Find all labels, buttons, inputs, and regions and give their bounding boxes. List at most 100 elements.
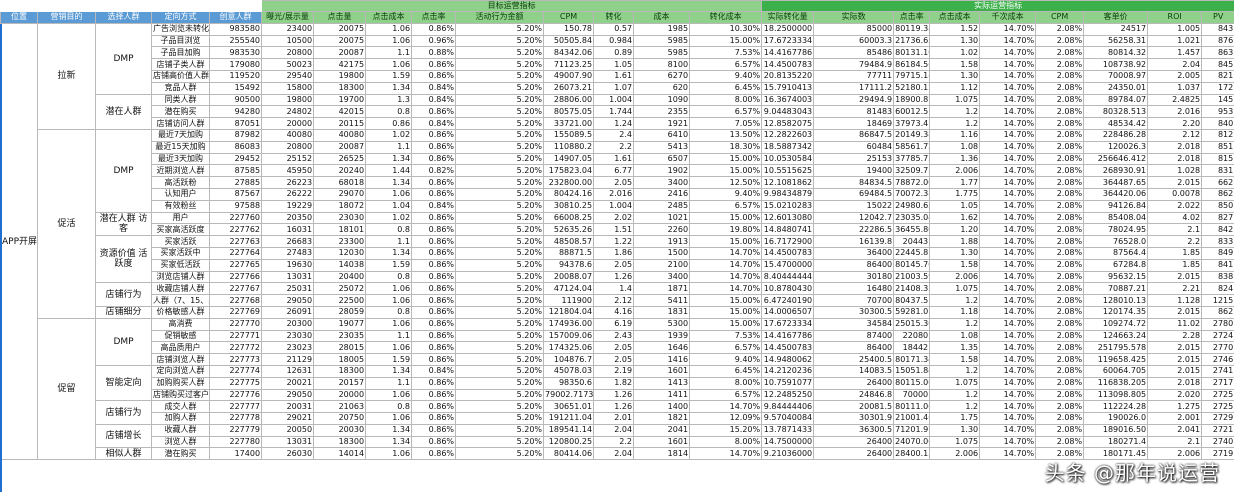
data-cell[interactable]: 14.70% bbox=[979, 400, 1037, 414]
data-cell[interactable]: 8100 bbox=[633, 58, 691, 71]
data-cell[interactable]: 2.08% bbox=[1035, 317, 1085, 331]
column-header[interactable]: ROI bbox=[1147, 11, 1203, 24]
column-header[interactable]: 位置 bbox=[0, 11, 38, 24]
data-cell[interactable]: 14.70% bbox=[979, 282, 1037, 296]
targeting-cell[interactable]: 加购购买人群 bbox=[151, 376, 210, 390]
data-cell[interactable]: 831 bbox=[1201, 164, 1234, 178]
data-cell[interactable]: 189541.14 bbox=[543, 423, 595, 437]
data-cell[interactable]: 1.1 bbox=[365, 376, 413, 390]
data-cell[interactable]: 45078.03 bbox=[543, 364, 595, 378]
data-cell[interactable]: 0.86% bbox=[411, 128, 457, 142]
data-cell[interactable]: 20240 bbox=[313, 164, 367, 178]
data-cell[interactable]: 8.00% bbox=[689, 376, 763, 390]
data-cell[interactable]: 1.06 bbox=[365, 58, 413, 71]
data-cell[interactable]: 0.86% bbox=[411, 58, 457, 71]
data-cell[interactable]: 24350.01 bbox=[1083, 81, 1149, 95]
data-cell[interactable]: 5.20% bbox=[455, 22, 545, 36]
data-cell[interactable]: 7.53% bbox=[689, 46, 763, 60]
data-cell[interactable]: 2.4 bbox=[593, 128, 635, 142]
targeting-cell[interactable]: 最近15天加购 bbox=[151, 140, 210, 154]
data-cell[interactable]: 14.70% bbox=[979, 376, 1037, 390]
data-cell[interactable]: 1601 bbox=[633, 364, 691, 378]
data-cell[interactable]: 2.018 bbox=[1147, 152, 1203, 166]
data-cell[interactable]: 1939 bbox=[633, 329, 691, 343]
data-cell[interactable]: 14038 bbox=[313, 258, 367, 272]
data-cell[interactable]: 5.20% bbox=[455, 46, 545, 60]
data-cell[interactable]: 48508.57 bbox=[543, 235, 595, 248]
data-cell[interactable]: 0.86% bbox=[411, 435, 457, 449]
data-cell[interactable]: 70072.38872 bbox=[893, 187, 931, 201]
goal-cell[interactable]: 拉新 bbox=[37, 22, 96, 130]
data-cell[interactable]: 5.20% bbox=[455, 317, 545, 331]
data-cell[interactable]: 80115.06 bbox=[893, 376, 931, 390]
data-cell[interactable]: 227773 bbox=[208, 353, 263, 366]
data-cell[interactable]: 66008.25 bbox=[543, 211, 595, 225]
data-cell[interactable]: 1.028 bbox=[1147, 164, 1203, 178]
data-cell[interactable]: 1.34 bbox=[365, 423, 413, 437]
data-cell[interactable]: 2.08% bbox=[1035, 294, 1085, 307]
data-cell[interactable]: 26091 bbox=[261, 305, 315, 319]
data-cell[interactable]: 5.20% bbox=[455, 423, 545, 437]
data-cell[interactable]: 9.21036000 bbox=[761, 447, 815, 461]
targeting-cell[interactable]: 店铺访问人群 bbox=[151, 117, 210, 130]
data-cell[interactable]: 23400 bbox=[261, 22, 315, 36]
data-cell[interactable]: 824 bbox=[1201, 282, 1234, 296]
data-cell[interactable]: 30300.5 bbox=[813, 305, 895, 319]
data-cell[interactable]: 78024.95 bbox=[1083, 223, 1149, 237]
data-cell[interactable]: 5.20% bbox=[455, 282, 545, 296]
column-header[interactable]: 活动行为金额 bbox=[455, 11, 545, 24]
data-cell[interactable]: 227769 bbox=[208, 305, 263, 319]
data-cell[interactable]: 16139.8 bbox=[813, 235, 895, 248]
data-cell[interactable]: 14.70% bbox=[979, 258, 1037, 272]
data-cell[interactable]: 2.08% bbox=[1035, 199, 1085, 213]
data-cell[interactable]: 14.70% bbox=[689, 246, 763, 260]
data-cell[interactable]: 97588 bbox=[208, 199, 263, 213]
data-cell[interactable]: 22500 bbox=[313, 294, 367, 307]
data-cell[interactable]: 18.2500000 bbox=[761, 22, 815, 36]
crowd-cell[interactable]: 潜在人群 访客 bbox=[95, 211, 152, 237]
data-cell[interactable]: 2.006 bbox=[929, 270, 981, 284]
column-header[interactable]: 客单价 bbox=[1083, 11, 1149, 24]
data-cell[interactable]: 25400.5 bbox=[813, 353, 895, 366]
data-cell[interactable]: 4.16 bbox=[593, 305, 635, 319]
data-cell[interactable]: 1215 bbox=[1201, 294, 1234, 307]
data-cell[interactable]: 2.08% bbox=[1035, 423, 1085, 437]
data-cell[interactable]: 14.70% bbox=[979, 388, 1037, 402]
data-cell[interactable]: 14.70% bbox=[689, 447, 763, 461]
data-cell[interactable]: 1.36 bbox=[929, 152, 981, 166]
column-header[interactable]: CPM bbox=[543, 11, 595, 24]
data-cell[interactable]: 27483 bbox=[261, 246, 315, 260]
data-cell[interactable]: 30651.01 bbox=[543, 400, 595, 414]
data-cell[interactable]: 1.59 bbox=[365, 258, 413, 272]
data-cell[interactable]: 14.0006507 bbox=[761, 305, 815, 319]
data-cell[interactable]: 12.50% bbox=[689, 176, 763, 189]
column-header[interactable]: 营销目的 bbox=[37, 11, 96, 24]
data-cell[interactable]: 14.70% bbox=[979, 329, 1037, 343]
data-cell[interactable]: 70008.97 bbox=[1083, 69, 1149, 83]
data-cell[interactable]: 10.30% bbox=[689, 22, 763, 36]
data-cell[interactable]: 1.128 bbox=[1147, 294, 1203, 307]
data-cell[interactable]: 232800.00 bbox=[543, 176, 595, 189]
data-cell[interactable]: 1.775 bbox=[929, 187, 981, 201]
data-cell[interactable]: 20075 bbox=[313, 34, 367, 48]
data-cell[interactable]: 10.7591077 bbox=[761, 376, 815, 390]
data-cell[interactable]: 120800.25 bbox=[543, 435, 595, 449]
data-cell[interactable]: 1.06 bbox=[365, 412, 413, 425]
data-cell[interactable]: 2.08% bbox=[1035, 22, 1085, 36]
data-cell[interactable]: 70000 bbox=[893, 388, 931, 402]
data-cell[interactable]: 1.30 bbox=[929, 34, 981, 48]
data-cell[interactable]: 2.08% bbox=[1035, 152, 1085, 166]
data-cell[interactable]: 812 bbox=[1201, 128, 1234, 142]
data-cell[interactable]: 119658.425 bbox=[1083, 353, 1149, 366]
data-cell[interactable]: 14907.05 bbox=[543, 152, 595, 166]
data-cell[interactable]: 5.20% bbox=[455, 211, 545, 225]
data-cell[interactable]: 25152 bbox=[261, 152, 315, 166]
targeting-cell[interactable]: 用户 bbox=[151, 211, 210, 225]
data-cell[interactable]: 1.20 bbox=[929, 223, 981, 237]
data-cell[interactable]: 0.86% bbox=[411, 223, 457, 237]
data-cell[interactable]: 15.0210283 bbox=[761, 199, 815, 213]
data-cell[interactable]: 14.70% bbox=[979, 341, 1037, 355]
data-cell[interactable]: 14.70% bbox=[689, 258, 763, 272]
data-cell[interactable]: 80424.16 bbox=[543, 187, 595, 201]
data-cell[interactable]: 23035 bbox=[313, 329, 367, 343]
